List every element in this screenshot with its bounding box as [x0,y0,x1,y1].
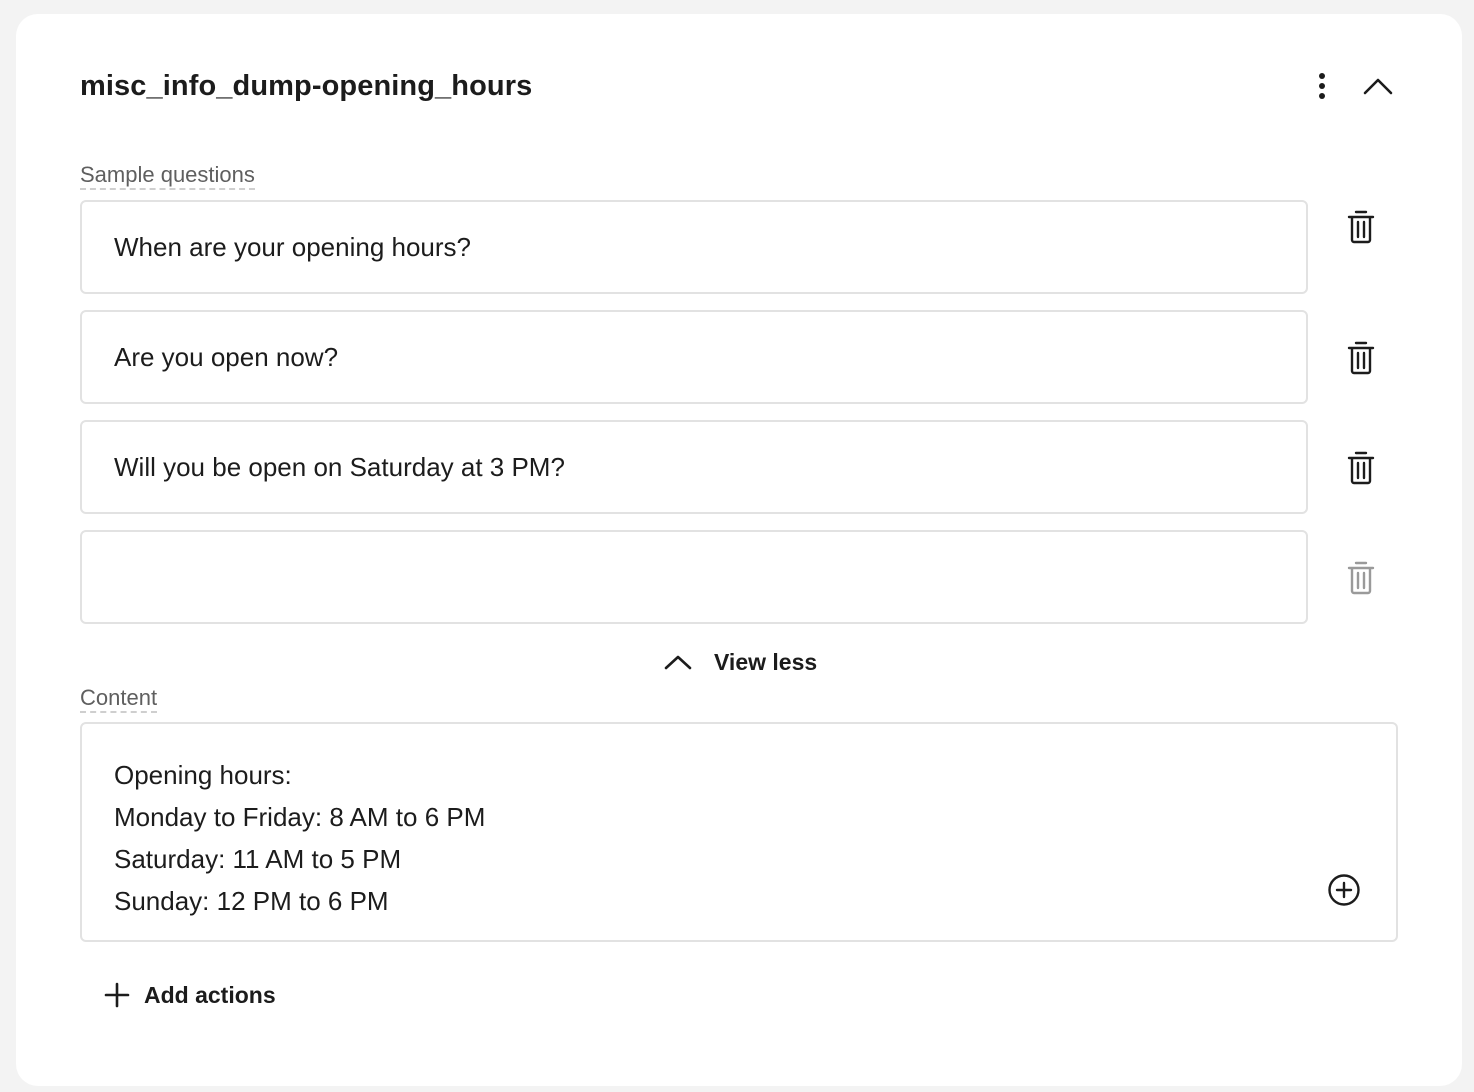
content-line: Saturday: 11 AM to 5 PM [114,844,402,874]
view-less-label: View less [714,648,818,675]
content-line: Monday to Friday: 8 AM to 6 PM [114,802,486,832]
more-options-button[interactable] [1306,70,1338,102]
add-actions-label: Add actions [144,981,276,1008]
delete-question-button[interactable] [1342,208,1380,246]
sample-question-input[interactable]: Are you open now? [80,310,1308,404]
insert-content-button[interactable] [1326,872,1362,908]
trash-icon [1347,341,1375,375]
content-editor[interactable]: Opening hours: Monday to Friday: 8 AM to… [80,722,1398,942]
card-title: misc_info_dump-opening_hours [80,70,533,102]
content-line: Opening hours: [114,760,292,790]
sample-question-input[interactable]: Will you be open on Saturday at 3 PM? [80,420,1308,514]
new-sample-question-input[interactable] [80,530,1308,624]
add-actions-button[interactable]: Add actions [104,978,276,1012]
sample-questions-label: Sample questions [80,162,255,190]
chevron-up-icon [664,655,692,670]
delete-question-button-disabled [1342,559,1380,597]
content-line: Sunday: 12 PM to 6 PM [114,886,389,916]
more-vertical-icon [1319,73,1325,99]
content-label: Content [80,685,158,713]
faq-card: misc_info_dump-opening_hours Sample ques… [16,14,1462,1086]
chevron-up-icon [1363,78,1393,95]
plus-circle-icon [1328,874,1360,906]
delete-question-button[interactable] [1342,449,1380,487]
sample-question-input[interactable]: When are your opening hours? [80,200,1308,294]
delete-question-button[interactable] [1342,339,1380,377]
trash-icon [1347,451,1375,485]
trash-icon [1347,210,1375,244]
trash-icon [1347,561,1375,595]
view-less-button[interactable]: View less [664,646,817,678]
collapse-card-button[interactable] [1360,70,1396,102]
plus-icon [104,982,130,1008]
